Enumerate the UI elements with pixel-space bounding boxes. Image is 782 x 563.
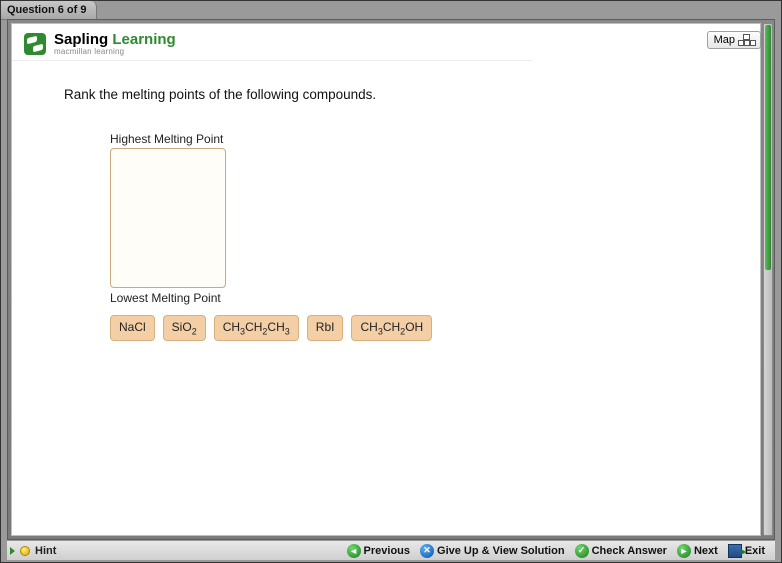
title-bar [1,1,781,19]
compound-chip[interactable]: NaCl [110,315,155,341]
check-circle-icon: ✓ [575,544,589,558]
ranking-drop-target[interactable] [110,148,226,288]
brand-title-a: Sapling [54,31,112,48]
map-label: Map [714,34,735,46]
arrow-left-icon: ◄ [347,544,361,558]
question-counter-tab: Question 6 of 9 [1,1,97,20]
hint-button[interactable]: Hint [7,545,56,557]
question-counter: Question 6 of 9 [7,4,86,16]
next-label: Next [694,545,718,557]
highest-label: Highest Melting Point [110,132,760,146]
compound-chip[interactable]: CH3CH2CH3 [214,315,299,341]
previous-button[interactable]: ◄ Previous [347,544,410,558]
question-prompt: Rank the melting points of the following… [64,87,760,102]
compound-chip-row: NaCl SiO2 CH3CH2CH3 RbI CH3CH2OH [110,315,760,341]
lightbulb-icon [20,546,30,556]
exit-door-icon [728,544,742,558]
ranking-area: Highest Melting Point Lowest Melting Poi… [110,132,760,341]
footer-nav: ◄ Previous ✕ Give Up & View Solution ✓ C… [347,544,775,558]
give-up-label: Give Up & View Solution [437,545,565,557]
check-label: Check Answer [592,545,667,557]
content-panel: Sapling Learning macmillan learning Rank… [11,23,761,536]
brand-title: Sapling Learning [54,32,176,47]
compound-chip[interactable]: RbI [307,315,344,341]
next-button[interactable]: ► Next [677,544,718,558]
app-shell: Question 6 of 9 Sapling Learning macmill… [0,0,782,563]
hint-label: Hint [35,545,56,557]
x-circle-icon: ✕ [420,544,434,558]
compound-chip[interactable]: SiO2 [163,315,206,341]
footer-bar: Hint ◄ Previous ✕ Give Up & View Solutio… [7,540,775,560]
lowest-label: Lowest Melting Point [110,291,760,305]
sitemap-icon [738,34,754,46]
exit-label: Exit [745,545,765,557]
sapling-logo-icon [24,33,46,55]
check-answer-button[interactable]: ✓ Check Answer [575,544,667,558]
give-up-button[interactable]: ✕ Give Up & View Solution [420,544,565,558]
compound-chip[interactable]: CH3CH2OH [351,315,432,341]
brand-bar: Sapling Learning macmillan learning [12,24,532,61]
exit-button[interactable]: Exit [728,544,765,558]
scrollbar-thumb[interactable] [765,25,771,270]
brand-subtitle: macmillan learning [54,47,176,56]
map-button[interactable]: Map [707,31,761,49]
vertical-scrollbar[interactable] [763,23,773,536]
arrow-right-icon: ► [677,544,691,558]
brand-title-b: Learning [112,31,175,48]
previous-label: Previous [364,545,410,557]
brand-text: Sapling Learning macmillan learning [54,32,176,56]
expand-icon [10,547,15,555]
